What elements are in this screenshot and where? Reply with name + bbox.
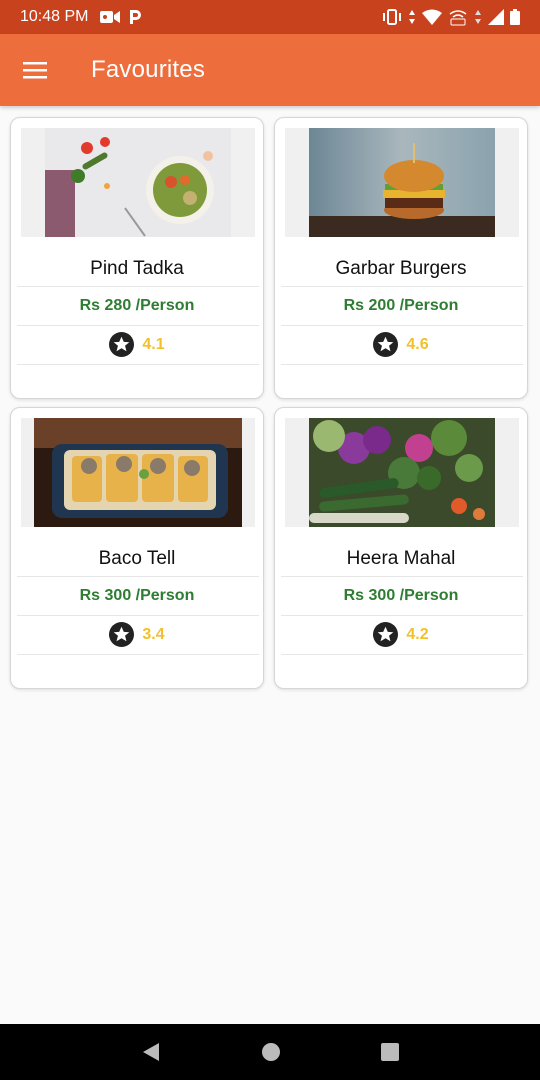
divider bbox=[281, 654, 523, 655]
restaurant-rating: 3.4 bbox=[11, 622, 263, 647]
restaurant-card[interactable]: Baco Tell Rs 300 /Person 3.4 bbox=[10, 407, 264, 689]
cell-signal-icon bbox=[488, 9, 504, 25]
star-icon bbox=[373, 332, 399, 357]
restaurant-rating: 4.1 bbox=[11, 332, 263, 357]
restaurant-name: Pind Tadka bbox=[90, 258, 184, 279]
restaurant-price: Rs 200 /Person bbox=[343, 297, 459, 314]
rating-value: 4.1 bbox=[142, 335, 165, 353]
restaurant-card[interactable]: Garbar Burgers Rs 200 /Person 4.6 bbox=[274, 117, 528, 399]
back-icon[interactable] bbox=[140, 1041, 162, 1063]
rating-value: 4.2 bbox=[406, 625, 429, 643]
recents-icon[interactable] bbox=[380, 1042, 400, 1062]
divider bbox=[17, 615, 259, 616]
video-camera-icon bbox=[100, 11, 121, 23]
restaurant-price: Rs 280 /Person bbox=[79, 297, 195, 314]
divider bbox=[281, 615, 523, 616]
restaurant-name: Heera Mahal bbox=[346, 548, 456, 569]
divider bbox=[281, 576, 523, 577]
restaurant-price: Rs 300 /Person bbox=[343, 587, 459, 604]
restaurant-rating: 4.6 bbox=[275, 332, 527, 357]
menu-icon bbox=[23, 62, 47, 79]
restaurant-image bbox=[34, 418, 242, 527]
star-icon bbox=[373, 622, 399, 647]
home-icon[interactable] bbox=[261, 1042, 281, 1062]
restaurant-name: Garbar Burgers bbox=[335, 258, 467, 279]
rating-value: 3.4 bbox=[142, 625, 165, 643]
status-bar: 10:48 PM bbox=[0, 0, 540, 34]
divider bbox=[281, 286, 523, 287]
divider bbox=[17, 576, 259, 577]
restaurant-name: Baco Tell bbox=[98, 548, 176, 569]
divider bbox=[17, 286, 259, 287]
vibrate-icon bbox=[383, 9, 401, 25]
divider bbox=[17, 364, 259, 365]
battery-icon bbox=[510, 9, 520, 25]
divider bbox=[281, 364, 523, 365]
restaurant-rating: 4.2 bbox=[275, 622, 527, 647]
divider bbox=[17, 654, 259, 655]
app-bar: Favourites bbox=[0, 34, 540, 106]
divider bbox=[281, 325, 523, 326]
status-time: 10:48 PM bbox=[20, 8, 89, 25]
parking-app-icon bbox=[130, 10, 142, 24]
menu-button[interactable] bbox=[0, 34, 70, 106]
restaurant-card[interactable]: Pind Tadka Rs 280 /Person 4.1 bbox=[10, 117, 264, 399]
data-arrows-icon-2 bbox=[475, 10, 481, 24]
star-icon bbox=[109, 332, 135, 357]
star-icon bbox=[109, 622, 135, 647]
page-title: Favourites bbox=[91, 56, 206, 83]
restaurant-image bbox=[309, 128, 495, 237]
restaurant-image bbox=[45, 128, 231, 237]
volte-signal-icon bbox=[449, 10, 467, 26]
rating-value: 4.6 bbox=[406, 335, 429, 353]
restaurant-image bbox=[309, 418, 495, 527]
divider bbox=[17, 325, 259, 326]
restaurant-card[interactable]: Heera Mahal Rs 300 /Person 4.2 bbox=[274, 407, 528, 689]
restaurant-price: Rs 300 /Person bbox=[79, 587, 195, 604]
data-arrows-icon bbox=[409, 10, 415, 24]
wifi-icon bbox=[422, 9, 442, 25]
system-nav-bar bbox=[0, 1024, 540, 1080]
